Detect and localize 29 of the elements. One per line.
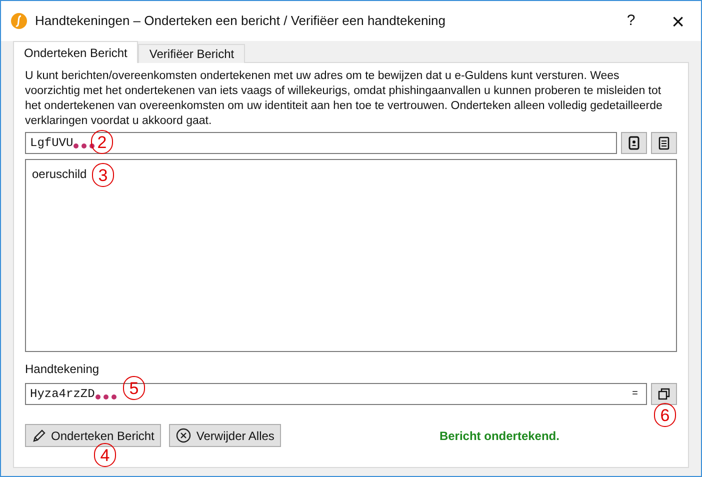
app-logo-icon xyxy=(11,13,27,29)
status-message: Bericht ondertekend. xyxy=(439,428,560,444)
tab[interactable]: Verifiëer Bericht xyxy=(138,44,246,63)
callout-marker: 5 xyxy=(123,376,145,400)
clear-button[interactable]: Verwijder Alles xyxy=(169,424,282,447)
intro-text: U kunt berichten/overeenkomsten ondertekenen met uw adres om te bewijzen dat u e-Guldens kunt versturen. Wees voorzichtig met het ondertekenen van iets vaags of willekeurigs, omdat phishingaanvallen u kunnen proberen te misleiden tot het ondertekenen van overeenkomsten om uw identiteit aan hen toe te vertrouwen. Onderteken alleen volledig gedetailleerde verklaringen voordat u akkoord gaat. xyxy=(25,69,664,129)
clear-icon xyxy=(176,428,192,443)
signature-suffix: = xyxy=(632,388,638,402)
callout-marker: 2 xyxy=(91,130,113,154)
pencil-icon xyxy=(32,428,46,442)
address-book-button[interactable] xyxy=(621,132,647,154)
dots-icon xyxy=(73,143,96,149)
callout-marker: 3 xyxy=(92,163,114,187)
clipboard-icon xyxy=(658,136,670,150)
copy-icon xyxy=(658,388,670,400)
callout-marker: 6 xyxy=(654,403,676,427)
tab[interactable]: Onderteken Bericht xyxy=(13,41,138,63)
paste-button[interactable] xyxy=(651,132,677,154)
callout-marker: 4 xyxy=(94,443,116,467)
address-value: LgfUVU xyxy=(30,135,74,152)
dots-icon xyxy=(94,394,117,400)
close-button[interactable]: × xyxy=(655,4,701,38)
help-button[interactable]: ? xyxy=(611,10,651,32)
address-book-icon xyxy=(628,136,640,150)
sign-button[interactable]: Onderteken Bericht xyxy=(25,424,162,447)
window-title: Handtekeningen – Onderteken een bericht / Verifiëer een handtekening xyxy=(35,12,446,30)
copy-button[interactable] xyxy=(651,383,677,405)
signature-label: Handtekening xyxy=(25,361,100,378)
signature-value: Hyza4rzZD xyxy=(30,386,95,403)
